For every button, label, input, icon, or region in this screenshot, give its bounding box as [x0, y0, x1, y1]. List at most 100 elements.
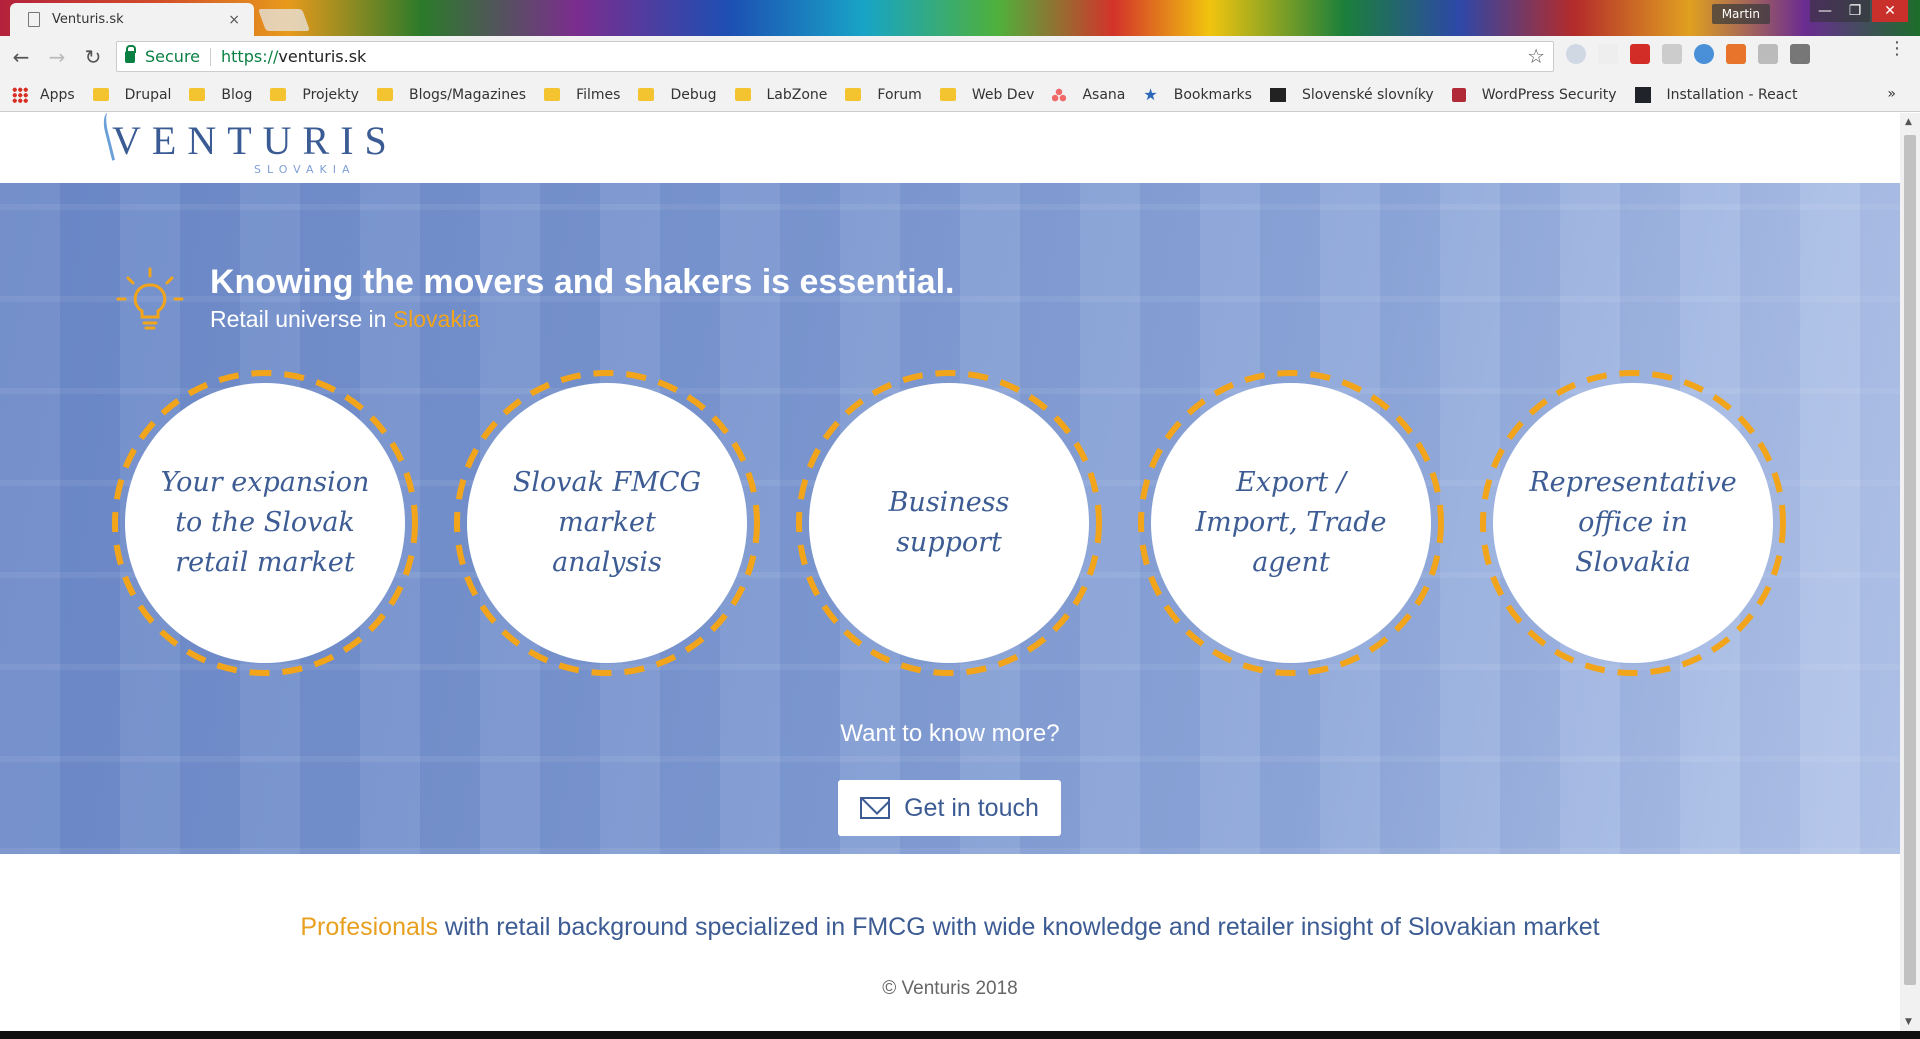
bookmark-folder[interactable]: Forum [845, 86, 922, 103]
folder-icon [638, 88, 655, 101]
bookmark-folder[interactable]: Projekty [270, 87, 359, 103]
folder-icon [544, 88, 561, 101]
scroll-down-arrow-icon[interactable]: ▼ [1905, 1017, 1912, 1027]
close-window-button[interactable]: ✕ [1872, 0, 1908, 22]
bookmark-label: Drupal [124, 86, 172, 103]
back-arrow-icon[interactable]: ← [6, 42, 36, 72]
get-in-touch-button[interactable]: Get in touch [838, 780, 1061, 836]
bookmark-label: Forum [877, 86, 922, 103]
bookmark-label: Asana [1082, 86, 1126, 103]
bookmark-label: Bookmarks [1173, 86, 1252, 103]
bookmark-react[interactable]: Installation - React [1634, 86, 1797, 103]
copyright: © Venturis 2018 [882, 978, 1018, 999]
folder-icon [92, 88, 109, 101]
url-host: venturis.sk [278, 47, 367, 66]
venturis-logo[interactable]: VENTURIS SLOVAKIA [100, 113, 398, 176]
bookmark-label: WordPress Security [1481, 86, 1617, 103]
know-more-text: Want to know more? [840, 720, 1060, 747]
maximize-button[interactable]: ❐ [1840, 0, 1870, 22]
bookmarks-more-chevron-icon[interactable]: » [1887, 86, 1896, 102]
logo-subtext: SLOVAKIA [254, 163, 356, 176]
folder-icon [734, 88, 751, 101]
service-circle-representative-office[interactable]: Representative office in Slovakia [1478, 368, 1788, 678]
url-scheme: https:// [221, 47, 279, 66]
apps-grid-icon [12, 86, 28, 103]
fox-icon[interactable] [1726, 44, 1746, 64]
new-tab-button[interactable] [257, 9, 311, 31]
hero-headline: Knowing the movers and shakers is essent… [210, 263, 955, 301]
bookmark-apps[interactable]: Apps [12, 86, 75, 103]
bookmark-label: Apps [40, 86, 75, 103]
folder-icon [939, 88, 956, 101]
service-circle-business-support[interactable]: Business support [794, 368, 1104, 678]
tagline-rest: with retail background specialized in FM… [437, 913, 1600, 941]
bookmark-folder[interactable]: LabZone [734, 87, 827, 103]
extension-icon-2[interactable] [1598, 44, 1618, 64]
bookmark-label: Filmes [576, 86, 621, 103]
lock-icon [125, 44, 136, 63]
tagline-highlight: Profesionals [300, 913, 438, 941]
browser-toolbar: ← → ↻ Secure https:// venturis.sk ☆ ⋮ [0, 36, 1920, 78]
bookmark-folder[interactable]: Drupal [92, 86, 172, 103]
reload-icon[interactable]: ↻ [78, 42, 108, 72]
bookmark-label: Web Dev [971, 86, 1035, 103]
star-icon: ★ [1143, 85, 1158, 104]
bookmark-asana[interactable]: Asana [1052, 87, 1125, 103]
address-bar[interactable]: Secure https:// venturis.sk ☆ [116, 41, 1554, 72]
browser-tab-active[interactable]: Venturis.sk × [10, 3, 254, 36]
page-icon [28, 12, 40, 27]
service-label: Representative office in Slovakia [1493, 383, 1773, 663]
bookmark-folder[interactable]: Debug [638, 87, 717, 103]
folder-icon [376, 88, 393, 101]
hero-section: Knowing the movers and shakers is essent… [0, 183, 1900, 854]
tab-close-icon[interactable]: × [228, 12, 240, 28]
service-circle-trade-agent[interactable]: Export / Import, Trade agent [1136, 368, 1446, 678]
tab-title: Venturis.sk [52, 12, 124, 27]
bookmark-star-icon[interactable]: ☆ [1527, 44, 1545, 68]
services-row: Your expansion to the Slovak retail mark… [110, 368, 1790, 678]
service-label: Slovak FMCG market analysis [467, 383, 747, 663]
bookmark-label: Projekty [302, 86, 359, 103]
extension-icon-4[interactable] [1662, 44, 1682, 64]
bookmark-bookmarks[interactable]: ★ Bookmarks [1143, 85, 1252, 104]
react-devtools-icon[interactable] [1566, 44, 1586, 64]
hero-subline: Retail universe in Slovakia [210, 306, 480, 333]
cta-label: Get in touch [904, 793, 1039, 822]
bookmark-folder[interactable]: Blogs/Magazines [376, 86, 527, 103]
bookmark-label: Blogs/Magazines [408, 86, 527, 103]
forward-arrow-icon[interactable]: → [42, 42, 72, 72]
subline-highlight: Slovakia [392, 306, 480, 332]
service-circle-expansion[interactable]: Your expansion to the Slovak retail mark… [110, 368, 420, 678]
browser-titlebar: Venturis.sk × Martin — ❐ ✕ [0, 0, 1920, 36]
folder-icon [845, 88, 862, 101]
dictionary-icon [1269, 87, 1286, 102]
subline-prefix: Retail universe in [210, 306, 393, 332]
service-label: Your expansion to the Slovak retail mark… [125, 383, 405, 663]
bookmark-label: Slovenské slovníky [1301, 86, 1434, 103]
react-icon [1634, 86, 1651, 103]
bookmark-wp-security[interactable]: WordPress Security [1451, 86, 1617, 103]
service-circle-fmcg-analysis[interactable]: Slovak FMCG market analysis [452, 368, 762, 678]
folder-icon [270, 88, 287, 101]
bookmark-slovniky[interactable]: Slovenské slovníky [1269, 86, 1434, 103]
bookmark-folder[interactable]: Blog [189, 87, 252, 103]
shield-icon [1451, 87, 1466, 102]
bookmark-folder[interactable]: Filmes [544, 87, 620, 103]
page-viewport: VENTURIS SLOVAKIA Knowing the movers and… [0, 113, 1900, 1031]
profile-button[interactable]: Martin [1711, 4, 1770, 24]
minimize-button[interactable]: — [1810, 0, 1840, 22]
lastpass-icon[interactable] [1630, 44, 1650, 64]
bookmark-folder[interactable]: Web Dev [939, 86, 1035, 103]
globe-icon[interactable] [1694, 44, 1714, 64]
logo-text: VENTURIS [112, 118, 398, 163]
scroll-up-arrow-icon[interactable]: ▲ [1905, 117, 1912, 127]
lightbulb-icon [116, 267, 184, 330]
extension-icon-7[interactable] [1758, 44, 1778, 64]
envelope-icon [860, 797, 891, 819]
browser-menu-icon[interactable]: ⋮ [1888, 40, 1906, 58]
scroll-thumb[interactable] [1904, 135, 1916, 985]
page-scrollbar[interactable]: ▲ ▼ [1900, 113, 1920, 1031]
omnibox-divider [210, 47, 212, 66]
bookmark-label: Blog [221, 86, 253, 103]
extension-icon-8[interactable] [1790, 44, 1810, 64]
